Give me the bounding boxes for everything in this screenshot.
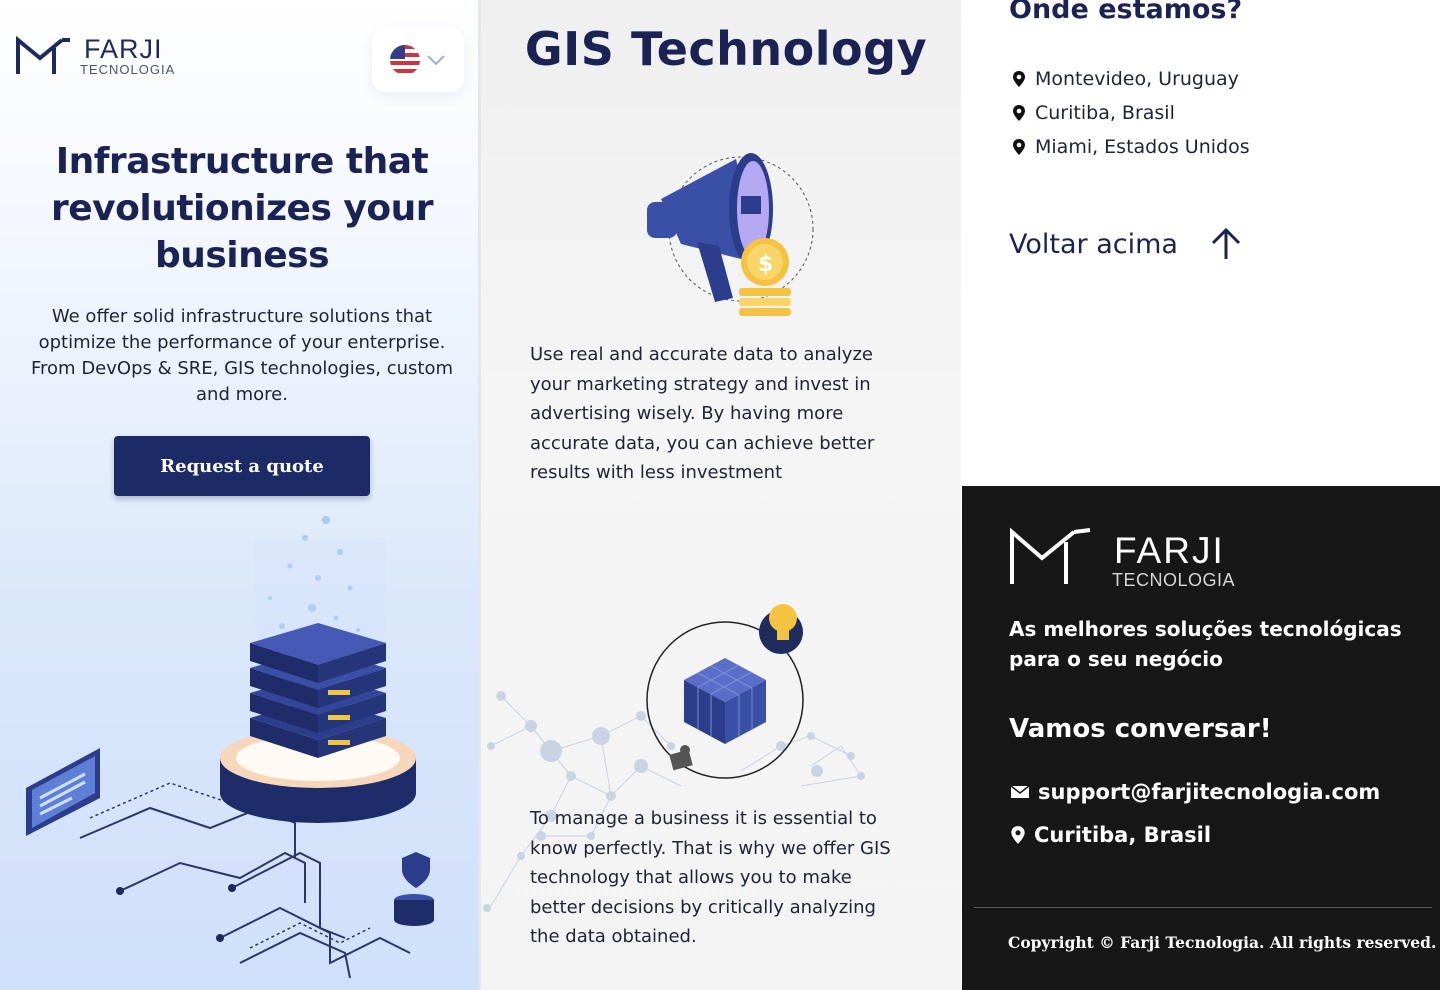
copyright-text: Copyright © Farji Tecnologia. All rights… bbox=[1008, 933, 1437, 952]
footer-logo[interactable]: FARJI TECNOLOGIA bbox=[1008, 526, 1235, 590]
list-item: Miami, Estados Unidos bbox=[1012, 130, 1250, 164]
hero-title: Infrastructure that revolutionizes your … bbox=[51, 141, 434, 276]
gis-text-2: To manage a business it is essential to … bbox=[530, 808, 891, 947]
gis-text-1: Use real and accurate data to analyze yo… bbox=[530, 344, 875, 483]
footer-brand-subtitle: TECNOLOGIA bbox=[1112, 570, 1236, 590]
chevron-down-icon bbox=[427, 55, 445, 66]
location-pin-icon bbox=[1013, 71, 1025, 87]
mail-icon bbox=[1010, 785, 1030, 798]
email-link[interactable]: support@farjitecnologia.com bbox=[1038, 780, 1380, 804]
locations-title: Onde estamos? bbox=[1009, 0, 1243, 25]
footer: FARJI TECNOLOGIA As melhores soluções te… bbox=[962, 486, 1440, 990]
farji-logo-icon bbox=[16, 36, 70, 74]
footer-tagline: As melhores soluções tecnológicas para o… bbox=[1009, 617, 1402, 671]
farji-logo-icon bbox=[1010, 527, 1091, 584]
gis-title: GIS Technology bbox=[524, 22, 928, 76]
server-illustration bbox=[26, 516, 434, 979]
location-pin-icon bbox=[1013, 105, 1025, 121]
footer-address: Curitiba, Brasil bbox=[1010, 823, 1211, 847]
language-selector[interactable] bbox=[372, 28, 464, 92]
locations-list: Montevideo, Uruguay Curitiba, Brasil Mia… bbox=[1012, 62, 1250, 164]
locations-panel: Onde estamos? Montevideo, Uruguay Curiti… bbox=[962, 0, 1440, 990]
location-text: Miami, Estados Unidos bbox=[1035, 136, 1250, 158]
footer-brand-name: FARJI bbox=[1114, 530, 1225, 571]
location-pin-icon bbox=[1013, 139, 1025, 155]
footer-divider bbox=[974, 907, 1432, 908]
megaphone-icon: $ bbox=[647, 153, 814, 316]
back-to-top-link[interactable]: Voltar acima bbox=[1009, 226, 1244, 262]
location-pin-icon bbox=[1011, 826, 1025, 844]
header-logo[interactable]: FARJI TECNOLOGIA bbox=[14, 36, 175, 77]
back-to-top-label: Voltar acima bbox=[1009, 228, 1178, 260]
us-flag-icon bbox=[390, 45, 420, 75]
footer-email[interactable]: support@farjitecnologia.com bbox=[1010, 780, 1380, 804]
brand-name: FARJI bbox=[84, 34, 163, 64]
arrow-up-icon[interactable] bbox=[1208, 226, 1244, 262]
address-text: Curitiba, Brasil bbox=[1034, 823, 1212, 847]
hero-description: We offer solid infrastructure solutions … bbox=[31, 306, 453, 405]
location-text: Curitiba, Brasil bbox=[1035, 102, 1175, 124]
location-text: Montevideo, Uruguay bbox=[1035, 68, 1239, 90]
list-item: Montevideo, Uruguay bbox=[1012, 62, 1250, 96]
footer-cta-title: Vamos conversar! bbox=[1009, 714, 1272, 744]
hero-panel: FARJI TECNOLOGIA Infrastructure that rev… bbox=[0, 0, 478, 990]
svg-text:$: $ bbox=[758, 252, 773, 277]
request-quote-button[interactable]: Request a quote bbox=[114, 436, 370, 496]
list-item: Curitiba, Brasil bbox=[1012, 96, 1250, 130]
brand-subtitle: TECNOLOGIA bbox=[80, 62, 176, 77]
gis-panel: GIS Technology $ Use real and accurate d… bbox=[481, 0, 961, 990]
